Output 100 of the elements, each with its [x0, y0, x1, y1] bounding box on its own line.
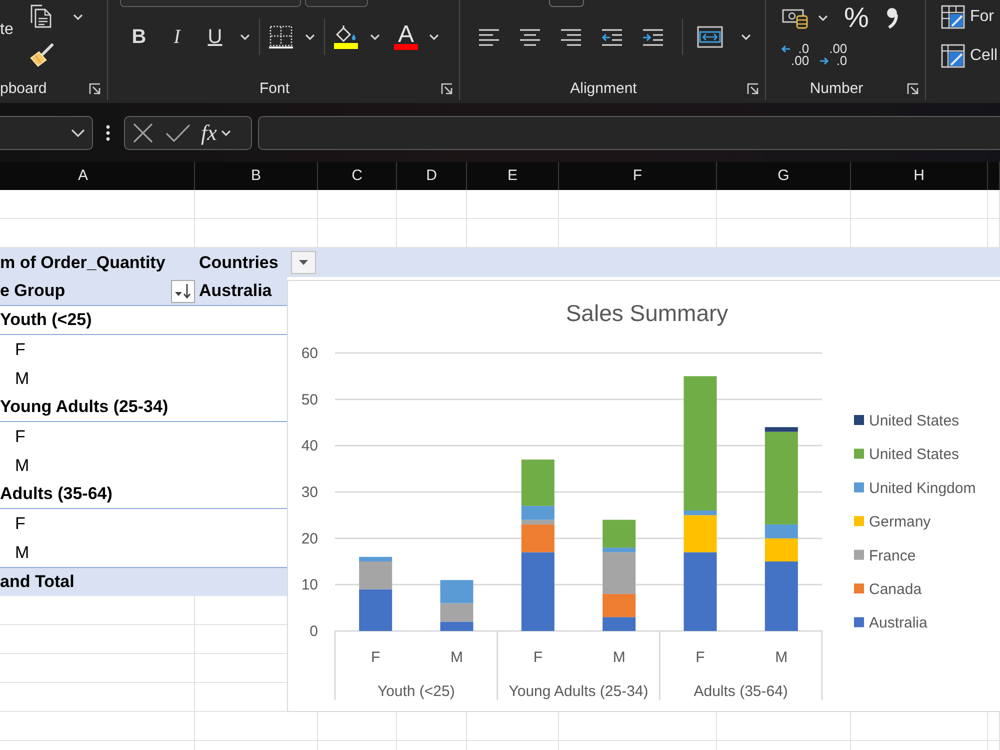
decrease-decimal-button[interactable]: .00 .0: [819, 43, 848, 67]
sheet-cell[interactable]: [988, 190, 1000, 219]
italic-button[interactable]: I: [164, 22, 190, 52]
sort-arrow-icon: [174, 283, 192, 299]
category-label: F: [371, 649, 380, 666]
borders-icon[interactable]: [269, 25, 293, 49]
paste-label[interactable]: te: [0, 20, 30, 40]
paint-bucket-icon[interactable]: [334, 25, 358, 43]
chart-title: Sales Summary: [566, 300, 728, 326]
sheet-cell[interactable]: [717, 190, 851, 219]
column-header[interactable]: F: [559, 162, 717, 190]
bold-button[interactable]: B: [126, 22, 152, 52]
check-icon[interactable]: [165, 123, 191, 143]
format-painter-icon[interactable]: [30, 43, 54, 67]
cross-icon[interactable]: [132, 122, 154, 144]
underline-button[interactable]: U: [202, 22, 228, 52]
dialog-launcher-icon[interactable]: [906, 83, 919, 95]
column-header[interactable]: C: [318, 162, 397, 190]
chevron-icon[interactable]: [220, 130, 231, 136]
category-label: F: [533, 649, 542, 666]
chevron-icon[interactable]: [818, 15, 828, 21]
dialog-launcher-icon[interactable]: [89, 83, 101, 95]
sheet-cell[interactable]: [0, 712, 195, 741]
sheet-cell[interactable]: [0, 596, 195, 625]
pivot-row-label: M: [15, 368, 30, 388]
legend-label: Australia: [869, 614, 928, 632]
sheet-cell[interactable]: [0, 190, 195, 219]
align-left-icon[interactable]: [478, 28, 500, 46]
sheet-cell[interactable]: [851, 190, 988, 219]
chevron-icon[interactable]: [73, 14, 83, 20]
pivot-row-label: F: [15, 340, 26, 360]
chevron-icon[interactable]: [305, 34, 315, 40]
sheet-cell[interactable]: [0, 654, 195, 683]
y-axis-label: 50: [301, 391, 318, 408]
legend-label: France: [869, 547, 916, 564]
chevron-icon[interactable]: [240, 34, 250, 40]
grand-total-label: and Total: [0, 572, 74, 592]
column-header[interactable]: A: [0, 162, 195, 190]
column-header[interactable]: H: [851, 162, 988, 190]
legend-label: United Kingdom: [869, 480, 976, 497]
y-axis-label: 0: [310, 623, 318, 640]
align-right-icon[interactable]: [560, 28, 582, 46]
accounting-format-icon[interactable]: [782, 7, 808, 29]
category-label: M: [450, 649, 463, 666]
column-header[interactable]: D: [397, 162, 467, 190]
chevron-icon[interactable]: [741, 34, 751, 40]
pivot-row-label: Youth (<25): [0, 310, 92, 330]
cell-style-icon: [941, 44, 965, 68]
sheet-cell[interactable]: [397, 190, 467, 219]
ribbon-group-label: Number: [810, 80, 864, 98]
column-header[interactable]: E: [467, 162, 559, 190]
y-axis-label: 10: [301, 576, 318, 594]
dialog-launcher-icon[interactable]: [746, 83, 759, 95]
ribbon-group-label: Font: [259, 80, 290, 98]
pivot-row-field-label: e Group: [0, 281, 66, 301]
pivot-column-field-label: Countries: [199, 252, 278, 272]
increase-indent-icon[interactable]: [642, 28, 664, 46]
sheet-cell[interactable]: [195, 190, 318, 219]
table-style-icon: [941, 5, 965, 29]
formula-input-field[interactable]: [258, 116, 1000, 150]
ribbon-group-label: pboard: [0, 80, 47, 98]
sheet-cell[interactable]: [0, 625, 195, 654]
more-icon[interactable]: [106, 125, 110, 141]
column-header[interactable]: B: [195, 162, 318, 190]
align-center-icon[interactable]: [519, 28, 541, 46]
legend-label: Canada: [869, 581, 922, 598]
y-axis-label: 30: [301, 484, 318, 501]
chevron-icon[interactable]: [71, 129, 85, 137]
sort-filter-button[interactable]: [171, 280, 195, 302]
comma-style-icon[interactable]: [886, 7, 898, 29]
merge-cells-icon[interactable]: [697, 26, 723, 48]
pivot-row-label: M: [15, 456, 30, 476]
decrease-indent-icon[interactable]: [601, 28, 623, 46]
increase-decimal-button[interactable]: .0 .00: [781, 43, 810, 67]
column-header[interactable]: G: [717, 162, 851, 190]
category-label: M: [775, 649, 788, 666]
y-axis-label: 60: [301, 345, 318, 362]
name-box-field[interactable]: [0, 116, 93, 150]
sheet-cell[interactable]: [467, 190, 559, 219]
chevron-icon[interactable]: [370, 34, 380, 40]
filter-dropdown-button[interactable]: [291, 251, 316, 274]
insert-function-button[interactable]: fx: [201, 119, 217, 147]
table-style-button[interactable]: For: [941, 5, 994, 29]
sheet-cell[interactable]: [0, 683, 195, 712]
category-label: M: [612, 649, 626, 666]
sheet-cell[interactable]: [318, 190, 397, 219]
y-axis-label: 40: [301, 438, 318, 455]
chevron-icon[interactable]: [429, 34, 439, 40]
cell-style-button[interactable]: Cell: [941, 44, 998, 68]
pivot-value-field-label: m of Order_Quantity: [0, 252, 166, 272]
pivot-row-label: F: [15, 514, 26, 534]
dialog-launcher-icon[interactable]: [440, 83, 453, 95]
font-color-button[interactable]: A: [393, 24, 419, 44]
caret-icon: [299, 260, 308, 265]
category-group-label: Young Adults (25-34): [508, 683, 648, 700]
sheet-cell[interactable]: [559, 190, 717, 219]
ribbon-group-label: Alignment: [570, 80, 637, 98]
percent-style-button[interactable]: %: [843, 5, 870, 31]
copy-icon[interactable]: [30, 4, 52, 28]
category-label: F: [696, 649, 705, 666]
